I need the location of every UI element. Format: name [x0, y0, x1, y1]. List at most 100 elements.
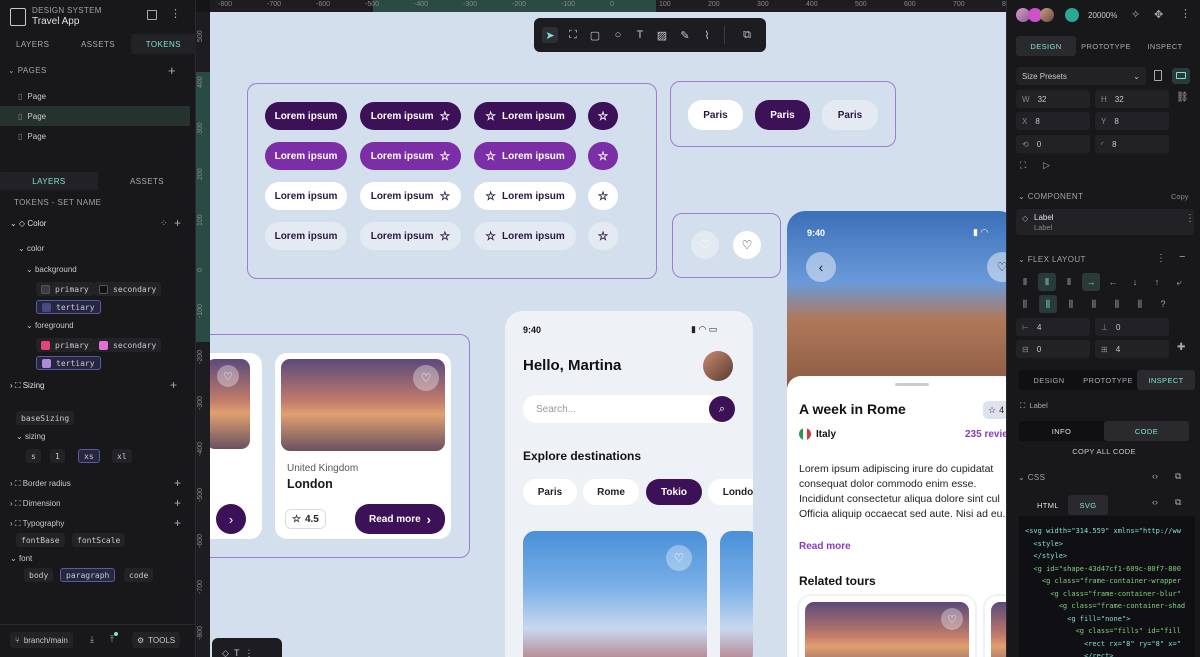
- destination-chip[interactable]: Londo: [708, 479, 753, 505]
- heart-icon[interactable]: ♡: [691, 231, 719, 259]
- settings-icon[interactable]: ✥: [1154, 8, 1163, 21]
- image-tool-icon[interactable]: ▨: [654, 27, 670, 43]
- code-icon[interactable]: ‹›: [1152, 471, 1158, 481]
- lorem-button[interactable]: Lorem ipsum: [265, 222, 347, 250]
- branch-button[interactable]: ⑂ branch/main: [10, 632, 73, 648]
- back-icon[interactable]: ‹: [806, 252, 836, 282]
- lorem-button[interactable]: Lorem ipsum: [265, 182, 347, 210]
- token-font-paragraph[interactable]: paragraph: [60, 568, 116, 582]
- height-field[interactable]: H 32: [1095, 90, 1169, 108]
- shape-icon[interactable]: ◇: [222, 648, 229, 657]
- lorem-button[interactable]: ☆ Lorem ipsum: [474, 142, 576, 170]
- reviews-link[interactable]: 235 revie: [965, 429, 1006, 440]
- token-fg-tertiary[interactable]: tertiary: [36, 356, 101, 370]
- pointer-tool-icon[interactable]: ➤: [542, 27, 558, 43]
- token-bg-primary[interactable]: primary: [36, 282, 94, 296]
- plugins-icon[interactable]: ⧉: [739, 27, 755, 43]
- gap-row-field[interactable]: ⊢ 4: [1016, 318, 1090, 336]
- search-icon[interactable]: ⌕: [709, 396, 735, 422]
- related-card[interactable]: [985, 596, 1006, 657]
- more-icon[interactable]: ⋮: [170, 7, 181, 20]
- city-chip[interactable]: Paris: [688, 100, 743, 130]
- lorem-button[interactable]: ☆ Lorem ipsum: [474, 222, 576, 250]
- more-icon[interactable]: ⋮: [1185, 213, 1195, 224]
- radius-field[interactable]: ◜ 8: [1095, 135, 1169, 153]
- padding-v-field[interactable]: ⊟ 0: [1016, 340, 1090, 358]
- justify-evenly-icon[interactable]: ⫼: [1131, 295, 1149, 313]
- more-icon[interactable]: ⋮: [1156, 253, 1166, 264]
- lorem-button[interactable]: Lorem ipsum: [265, 102, 347, 130]
- heart-icon[interactable]: ♡: [733, 231, 761, 259]
- grid-icon[interactable]: ⁘: [160, 218, 168, 229]
- token-bg-secondary[interactable]: secondary: [94, 282, 162, 296]
- dimension-group[interactable]: › ⛶ Dimension: [10, 499, 61, 509]
- tab-assets[interactable]: ASSETS: [65, 34, 130, 54]
- add-typography-icon[interactable]: +: [174, 516, 181, 530]
- clip-icon[interactable]: ⛶: [1020, 160, 1026, 171]
- token-font-base[interactable]: fontBase: [16, 533, 65, 547]
- heart-icon[interactable]: ♡: [666, 545, 692, 571]
- sizing-group[interactable]: › ⛶ Sizing: [10, 381, 45, 391]
- tab-code[interactable]: CODE: [1104, 421, 1189, 441]
- padding-h-field[interactable]: ⊞ 4: [1095, 340, 1169, 358]
- tab-tokens[interactable]: TOKENS: [130, 34, 196, 54]
- lorem-button[interactable]: ☆: [588, 222, 618, 250]
- remove-icon[interactable]: −: [1179, 251, 1185, 263]
- token-font-body[interactable]: body: [24, 568, 54, 582]
- size-presets-select[interactable]: Size Presets ⌄: [1016, 67, 1146, 85]
- lorem-button[interactable]: Lorem ipsum: [265, 142, 347, 170]
- portrait-icon[interactable]: [1154, 70, 1162, 81]
- tab-prototype[interactable]: PROTOTYPE: [1076, 36, 1136, 56]
- justify-center-icon[interactable]: ⫼: [1039, 295, 1057, 313]
- destination-chip[interactable]: Paris: [523, 479, 577, 505]
- lorem-button[interactable]: ☆ Lorem ipsum: [474, 102, 576, 130]
- width-field[interactable]: W 32: [1016, 90, 1090, 108]
- tab-svg[interactable]: SVG: [1068, 495, 1108, 515]
- y-field[interactable]: Y8: [1095, 112, 1169, 130]
- rotation-field[interactable]: ⟲ 0: [1016, 135, 1090, 153]
- align-start-icon[interactable]: ⫴: [1016, 273, 1034, 291]
- copy-icon[interactable]: ⧉: [1175, 471, 1181, 482]
- justify-around-icon[interactable]: ⫼: [1108, 295, 1126, 313]
- tour-card-partial[interactable]: ♡ ›: [210, 353, 262, 539]
- add-border-radius-icon[interactable]: +: [174, 476, 181, 490]
- ellipse-tool-icon[interactable]: ○: [610, 27, 626, 43]
- wrap-icon[interactable]: ⤶: [1170, 273, 1188, 291]
- subtab-layers[interactable]: LAYERS: [0, 172, 98, 190]
- token-fg-secondary[interactable]: secondary: [94, 338, 162, 352]
- align-center-icon[interactable]: ⫴: [1038, 273, 1056, 291]
- color-subgroup[interactable]: ⌄ color: [18, 244, 44, 253]
- lorem-button[interactable]: ☆: [588, 102, 618, 130]
- pen-tool-icon[interactable]: ✎: [677, 27, 693, 43]
- rectangle-tool-icon[interactable]: ▢: [587, 27, 603, 43]
- direction-down-icon[interactable]: ↓: [1126, 273, 1144, 291]
- direction-right-icon[interactable]: →: [1082, 273, 1100, 291]
- copy-button[interactable]: Copy: [1171, 192, 1189, 201]
- canvas[interactable]: Paris Paris Paris ♡ ♡ ♡ › ♡ United Kingd…: [210, 12, 1006, 657]
- add-token-icon[interactable]: +: [174, 216, 181, 230]
- zoom-level[interactable]: 20000%: [1088, 11, 1117, 20]
- tab-layers[interactable]: LAYERS: [0, 34, 65, 54]
- code-icon[interactable]: ‹›: [1152, 497, 1158, 507]
- lorem-button[interactable]: Lorem ipsum ☆: [360, 142, 461, 170]
- help-icon[interactable]: ?: [1154, 295, 1172, 313]
- lorem-button[interactable]: ☆: [588, 142, 618, 170]
- justify-between-icon[interactable]: ⫼: [1085, 295, 1103, 313]
- token-size-s[interactable]: s: [26, 449, 41, 463]
- gap-col-field[interactable]: ⊥ 0: [1095, 318, 1169, 336]
- font-subgroup[interactable]: ⌄ font: [10, 554, 32, 563]
- more-icon[interactable]: ⋮: [1180, 7, 1191, 20]
- add-page-icon[interactable]: +: [168, 63, 176, 78]
- more-icon[interactable]: ⋮: [244, 648, 253, 657]
- city-chip-active[interactable]: Paris: [755, 100, 810, 130]
- lorem-button[interactable]: Lorem ipsum ☆: [360, 102, 461, 130]
- page-item[interactable]: ▯ Page: [0, 86, 190, 106]
- upload-icon[interactable]: ⤒: [110, 632, 118, 645]
- background-group[interactable]: ⌄ background: [26, 265, 77, 274]
- subtab-assets[interactable]: ASSETS: [98, 172, 196, 190]
- favorite-frame[interactable]: [672, 213, 781, 278]
- component-item[interactable]: ◇ Label Label ⋮: [1016, 209, 1195, 235]
- lorem-button[interactable]: Lorem ipsum ☆: [360, 222, 461, 250]
- color-group[interactable]: ⌄ ◇ Color: [10, 219, 46, 228]
- token-bg-tertiary[interactable]: tertiary: [36, 300, 101, 314]
